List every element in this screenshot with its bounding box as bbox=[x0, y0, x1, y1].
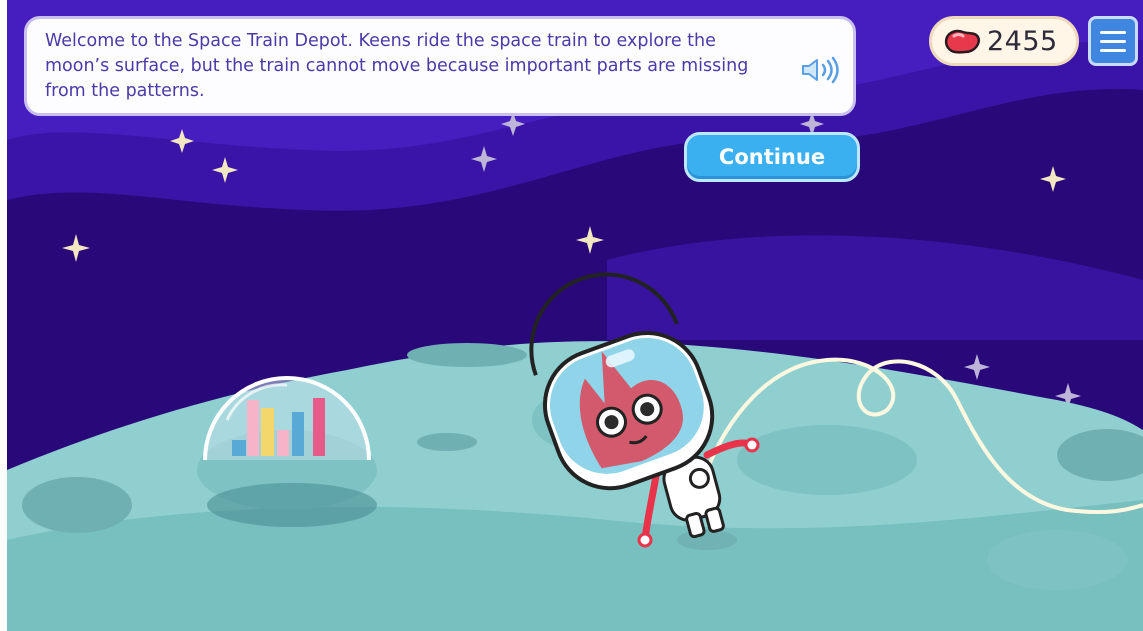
dialog-text: Welcome to the Space Train Depot. Keens … bbox=[45, 31, 749, 101]
jellybean-count: 2455 bbox=[987, 25, 1058, 57]
hamburger-menu-icon[interactable] bbox=[1088, 16, 1138, 66]
jellybean-counter: 2455 bbox=[929, 16, 1079, 66]
jellybean-icon bbox=[944, 29, 980, 54]
game-stage: Welcome to the Space Train Depot. Keens … bbox=[7, 0, 1143, 631]
continue-button[interactable]: Continue bbox=[684, 132, 860, 182]
speaker-icon[interactable] bbox=[799, 55, 843, 85]
narration-dialog: Welcome to the Space Train Depot. Keens … bbox=[24, 16, 856, 116]
